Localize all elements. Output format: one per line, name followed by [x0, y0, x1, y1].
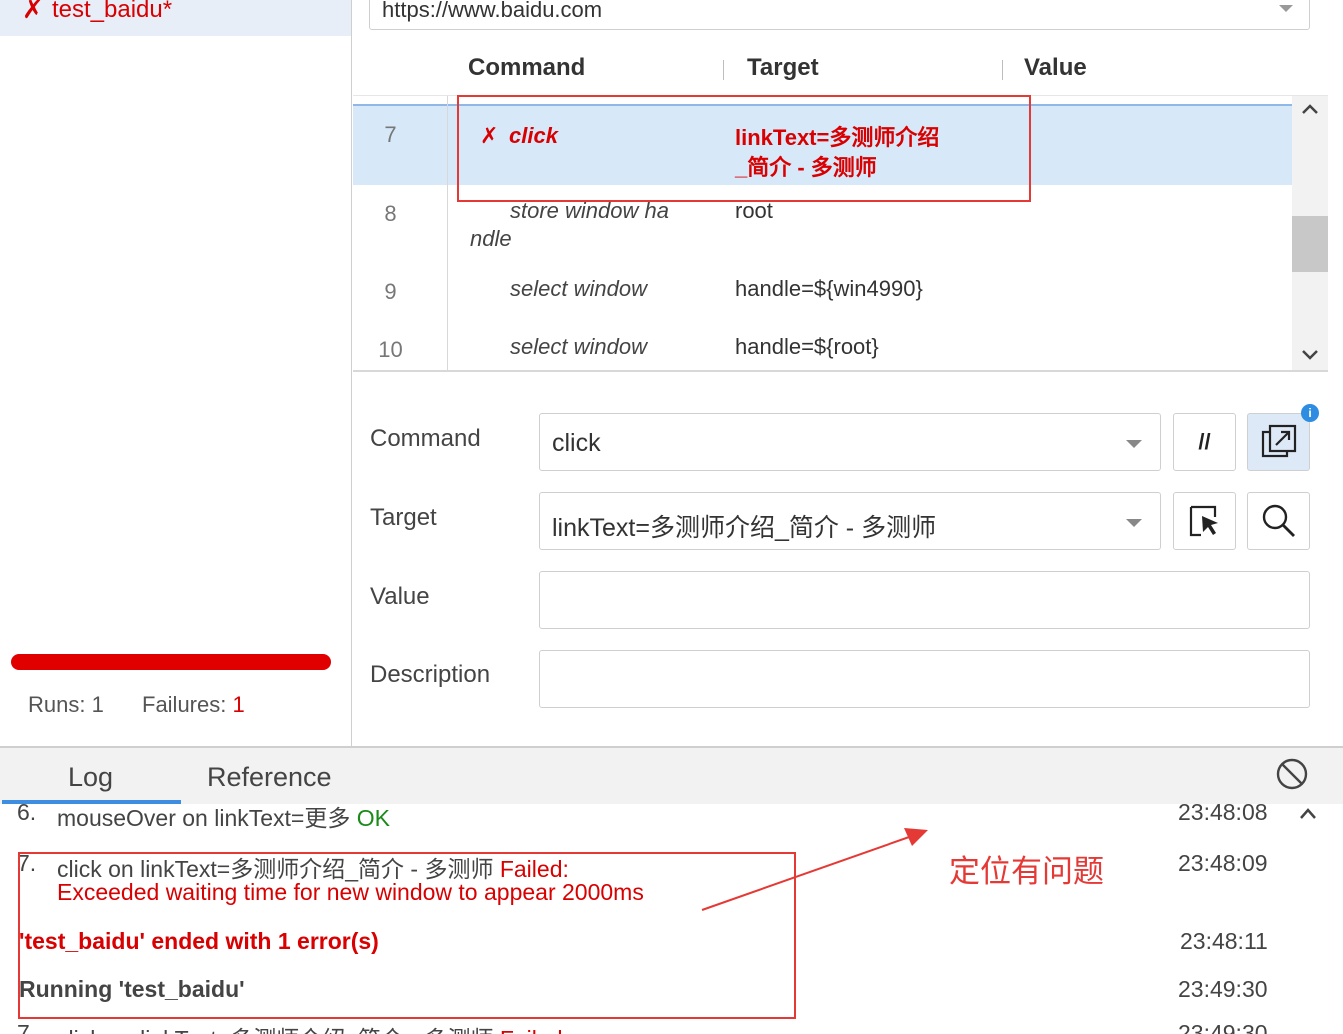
chevron-up-icon[interactable]	[1300, 102, 1320, 116]
failures-label: Failures:	[142, 692, 233, 717]
tab-reference[interactable]: Reference	[207, 762, 332, 793]
value-label: Value	[370, 583, 430, 610]
table-row[interactable]: 10 select window handle=${root}	[353, 321, 1293, 371]
command-combobox[interactable]: click	[539, 413, 1161, 471]
command-value: click	[552, 429, 601, 457]
search-icon	[1262, 504, 1295, 537]
log-timestamp: 23:49:30	[1178, 976, 1268, 1002]
table-scrollbar[interactable]	[1292, 96, 1328, 371]
comment-toggle-button[interactable]: //	[1173, 413, 1236, 471]
log-entry-text: click on linkText=多测师介绍_简介 - 多测师 Failed	[57, 1020, 563, 1034]
chevron-down-icon[interactable]	[1300, 348, 1320, 362]
panel-divider[interactable]	[353, 370, 1328, 372]
find-target-button[interactable]	[1247, 492, 1310, 550]
log-entry-number: 6.	[17, 804, 37, 825]
log-timestamp: 23:48:09	[1178, 850, 1268, 876]
chevron-down-icon[interactable]	[1126, 440, 1142, 448]
select-target-icon	[1189, 505, 1218, 537]
log-timestamp: 23:49:30	[1178, 1020, 1268, 1034]
chevron-down-icon[interactable]	[1126, 519, 1142, 527]
tab-log[interactable]: Log	[68, 762, 113, 793]
target-value: linkText=多测师介绍_简介 - 多测师	[552, 514, 937, 542]
chevron-up-icon[interactable]	[1298, 806, 1318, 822]
command-label: Command	[370, 425, 481, 452]
failed-mark-icon: ✗	[22, 0, 44, 24]
bottom-tab-bar: Log Reference	[0, 748, 1343, 804]
open-reference-button[interactable]	[1247, 413, 1310, 471]
value-field[interactable]	[539, 571, 1310, 629]
failures-number: 1	[232, 692, 245, 717]
row-command-cont: ndle	[470, 226, 512, 251]
column-header-value: Value	[1024, 54, 1087, 81]
info-icon[interactable]: i	[1301, 404, 1319, 422]
test-sidebar: ✗ test_baidu* Runs: 1 Failures: 1	[0, 0, 352, 746]
run-progress-bar	[11, 654, 331, 670]
base-url-value: https://www.baidu.com	[382, 0, 603, 22]
column-header-target: Target	[747, 54, 819, 81]
column-divider[interactable]	[1002, 60, 1003, 80]
row-target: handle=${win4990}	[735, 276, 923, 301]
log-status-ok: OK	[356, 805, 390, 831]
target-combobox[interactable]: linkText=多测师介绍_简介 - 多测师	[539, 492, 1161, 550]
description-label: Description	[370, 661, 491, 688]
clear-log-icon[interactable]	[1276, 758, 1308, 790]
annotation-text: 定位有问题	[949, 854, 1104, 889]
failures-count: Failures: 1	[142, 692, 245, 718]
test-item-name: test_baidu*	[52, 0, 173, 23]
annotation-box-selected-row	[457, 95, 1031, 202]
row-number-column	[353, 96, 448, 371]
commands-table-header: Command Target Value	[353, 40, 1328, 96]
annotation-box-log-error	[18, 852, 796, 1019]
base-url-combobox[interactable]: https://www.baidu.com	[369, 0, 1310, 30]
annotation-arrow-icon	[701, 828, 928, 911]
log-status-failed: Failed	[500, 1026, 563, 1034]
log-entry-message: click on linkText=多测师介绍_简介 - 多测师	[57, 1026, 493, 1034]
column-divider[interactable]	[723, 60, 724, 80]
row-command: select window	[510, 276, 647, 301]
log-entry-text: mouseOver on linkText=更多 OK	[57, 804, 390, 833]
log-entry-number: 7.	[17, 1020, 37, 1034]
log-timestamp: 23:48:11	[1180, 928, 1268, 954]
select-target-button[interactable]	[1173, 492, 1236, 550]
runs-count: Runs: 1	[28, 692, 104, 717]
description-field[interactable]	[539, 650, 1310, 708]
open-in-new-icon	[1261, 424, 1296, 458]
target-label: Target	[370, 504, 437, 531]
chevron-down-icon[interactable]	[1279, 5, 1293, 12]
table-row[interactable]: 9 select window handle=${win4990}	[353, 263, 1293, 321]
row-command: select window	[510, 334, 647, 359]
test-item-test-baidu[interactable]: ✗ test_baidu*	[0, 0, 351, 36]
row-target: handle=${root}	[735, 334, 879, 359]
log-entry-message: mouseOver on linkText=更多	[57, 805, 351, 831]
scrollbar-thumb[interactable]	[1292, 216, 1328, 272]
log-timestamp: 23:48:08	[1178, 804, 1268, 825]
column-header-command: Command	[468, 54, 586, 81]
